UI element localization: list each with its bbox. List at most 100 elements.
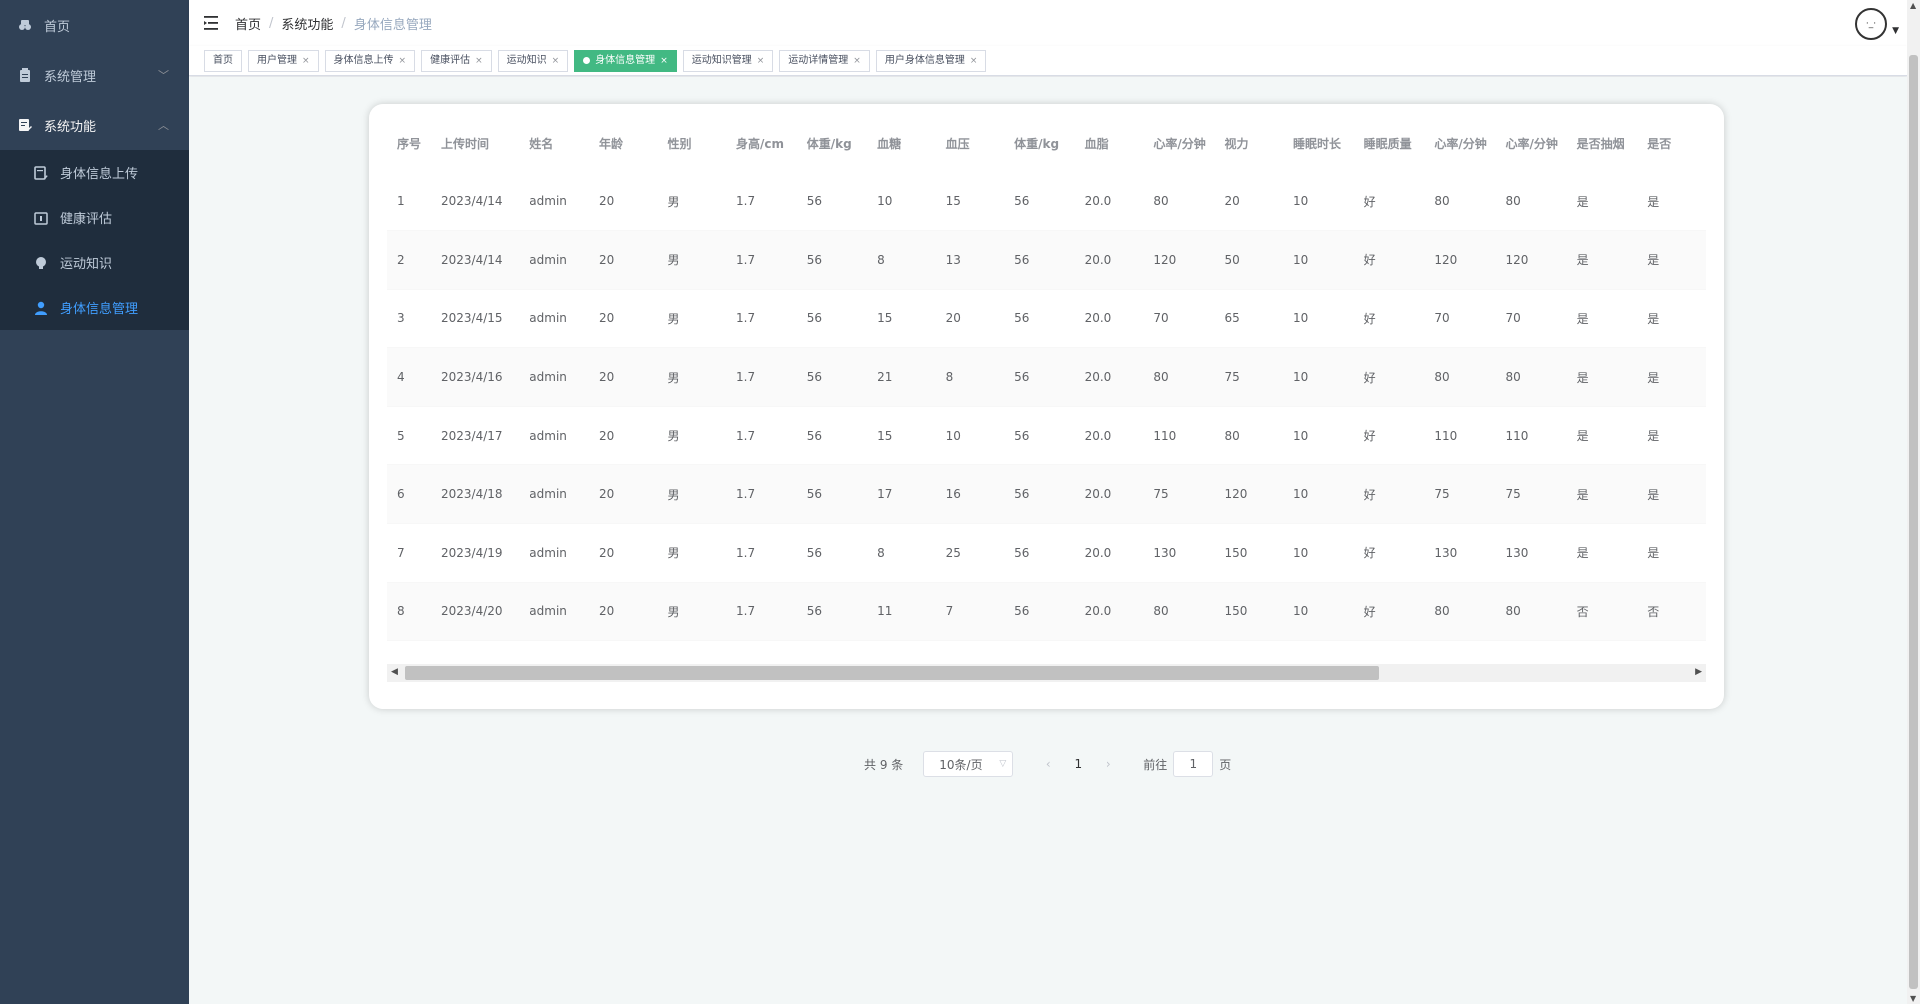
table-cell: 80 xyxy=(1143,582,1215,642)
table-row[interactable]: 6 2023/4/18 admin 20 男 1.7 56 17 16 56 20.0 75 120 10… xyxy=(387,464,1706,525)
close-icon[interactable]: × xyxy=(475,51,483,71)
table-row[interactable]: 2 2023/4/14 admin 20 男 1.7 56 8 13 56 20.0 120 50 10 好… xyxy=(387,230,1706,290)
tag-label: 身体信息上传 xyxy=(333,54,394,66)
table-cell: 1.7 xyxy=(726,172,797,232)
tag-1[interactable]: 用户管理 × xyxy=(248,49,319,72)
sidebar-item-exercise-knowledge[interactable]: 运动知识 xyxy=(0,240,189,285)
table-cell: 3 xyxy=(387,289,431,349)
prev-page-button[interactable]: ‹ xyxy=(1033,751,1063,777)
table-cell: 80 xyxy=(1424,347,1496,407)
next-page-button[interactable]: › xyxy=(1093,751,1123,777)
table-row[interactable]: 8 2023/4/20 admin 20 男 1.7 56 11 7 56 20.0 80 150 10 好… xyxy=(387,582,1706,642)
close-icon[interactable]: × xyxy=(970,51,978,71)
breadcrumb: 首页 / 系统功能 / 身体信息管理 xyxy=(235,14,432,33)
table-cell: admin xyxy=(519,406,590,466)
tag-3[interactable]: 健康评估 × xyxy=(421,49,492,72)
scroll-up-arrow-icon[interactable]: ▲ xyxy=(1910,1,1916,10)
calendar-icon xyxy=(34,211,48,225)
avatar-face: ·_· xyxy=(1865,19,1877,29)
sidebar-item-body-info-management[interactable]: 身体信息管理 xyxy=(0,285,189,330)
page-size-select[interactable]: 10条/页 ▽ xyxy=(923,751,1014,777)
table-cell: 70 xyxy=(1143,289,1215,349)
scroll-right-arrow-icon[interactable]: ▶ xyxy=(1695,667,1702,677)
sidebar-item-system-functions[interactable]: 系统功能 ︿ xyxy=(0,100,189,150)
close-icon[interactable]: × xyxy=(552,51,560,71)
table-cell: 15 xyxy=(867,406,936,466)
table-cell: 20.0 xyxy=(1074,523,1144,583)
column-header: 体重/kg xyxy=(1014,136,1060,151)
sidebar-item-label: 系统管理 xyxy=(44,69,97,85)
sidebar-item-health-assessment[interactable]: 健康评估 xyxy=(0,195,189,240)
vertical-scrollbar[interactable]: ▲ ▼ xyxy=(1907,0,1920,1004)
caret-down-icon[interactable]: ▼ xyxy=(1892,26,1899,36)
column-header: 血压 xyxy=(945,136,970,151)
breadcrumb-system-functions[interactable]: 系统功能 xyxy=(281,14,333,33)
table-cell: 56 xyxy=(796,523,868,583)
sidebar-item-home[interactable]: 首页 xyxy=(0,0,189,50)
close-icon[interactable]: × xyxy=(302,51,310,71)
table-cell: 1.7 xyxy=(726,347,797,407)
table-cell: 10 xyxy=(867,172,936,232)
table-cell: 是 xyxy=(1637,230,1706,290)
table-cell: 好 xyxy=(1353,172,1425,232)
table-cell: 15 xyxy=(867,289,936,349)
table-row[interactable]: 3 2023/4/15 admin 20 男 1.7 56 15 20 56 20.0 70 65 10 好… xyxy=(387,289,1706,349)
column-header: 心率/分钟 xyxy=(1505,136,1558,151)
close-icon[interactable]: × xyxy=(757,51,765,71)
sidebar-item-system-management[interactable]: 系统管理 ﹀ xyxy=(0,50,189,100)
table-cell: 20.0 xyxy=(1074,464,1144,525)
page-number-current[interactable]: 1 xyxy=(1063,751,1093,777)
table-cell: 7 xyxy=(387,523,431,583)
scroll-down-arrow-icon[interactable]: ▼ xyxy=(1910,994,1916,1003)
table-cell: 8 xyxy=(867,523,936,583)
table-cell: 75 xyxy=(1495,464,1567,525)
column-header: 血糖 xyxy=(877,136,902,151)
goto-page-input[interactable]: 1 xyxy=(1173,751,1214,777)
tag-8[interactable]: 用户身体信息管理 × xyxy=(875,49,987,72)
breadcrumb-home[interactable]: 首页 xyxy=(235,14,261,33)
column-header: 视力 xyxy=(1224,136,1249,151)
table-row[interactable]: 5 2023/4/17 admin 20 男 1.7 56 15 10 56 20.0 110 80 10… xyxy=(387,406,1706,466)
table-cell: 80 xyxy=(1214,406,1283,466)
table-cell: 否 xyxy=(1566,582,1638,642)
table-cell: 好 xyxy=(1353,464,1425,525)
scrollbar-thumb[interactable] xyxy=(405,666,1379,680)
tag-7[interactable]: 运动详情管理 × xyxy=(779,49,870,72)
tag-label: 运动知识管理 xyxy=(691,54,752,66)
table-cell: 10 xyxy=(1282,347,1354,407)
scroll-left-arrow-icon[interactable]: ◀ xyxy=(391,667,398,677)
vertical-scrollbar-thumb[interactable] xyxy=(1909,55,1918,989)
table-cell: 否 xyxy=(1637,582,1706,642)
page-jumper: 前往 1 页 xyxy=(1143,751,1231,777)
table-row[interactable]: 7 2023/4/19 admin 20 男 1.7 56 8 25 56 20.0 130 150 10… xyxy=(387,523,1706,583)
close-icon[interactable]: × xyxy=(399,51,407,71)
avatar[interactable]: ·_· xyxy=(1855,8,1887,40)
tag-6[interactable]: 运动知识管理 × xyxy=(682,49,774,72)
table-wrapper[interactable]: 序号 上传时间 姓名 年龄 性别 身高/cm 体重/kg 血糖 血压 体重/kg 血脂 心率/分钟 视力… xyxy=(387,114,1706,682)
table-cell: 好 xyxy=(1353,230,1425,290)
table-cell: 80 xyxy=(1495,347,1567,407)
horizontal-scrollbar[interactable]: ◀ ▶ xyxy=(387,664,1706,682)
table-cell: 好 xyxy=(1353,582,1425,642)
tag-5[interactable]: 身体信息管理 × xyxy=(574,49,677,72)
close-icon[interactable]: × xyxy=(660,51,668,71)
table-cell: 是 xyxy=(1637,464,1706,525)
hamburger-menu-icon[interactable] xyxy=(189,0,235,46)
table-cell: 是 xyxy=(1566,464,1638,525)
table-cell: 1.7 xyxy=(726,582,797,642)
tag-2[interactable]: 身体信息上传 × xyxy=(324,49,416,72)
table-cell: 70 xyxy=(1495,289,1567,349)
table-cell: admin xyxy=(519,523,590,583)
tag-4[interactable]: 运动知识 × xyxy=(497,49,569,72)
column-header: 心率/分钟 xyxy=(1434,136,1487,151)
close-icon[interactable]: × xyxy=(853,51,861,71)
tag-0[interactable]: 首页 xyxy=(204,49,242,72)
sidebar-item-body-info-upload[interactable]: 身体信息上传 xyxy=(0,150,189,195)
table-row[interactable]: 4 2023/4/16 admin 20 男 1.7 56 21 8 56 20.0 80 75 10 好 8… xyxy=(387,347,1706,407)
active-dot-icon xyxy=(583,57,591,64)
table-cell: 男 xyxy=(657,582,727,642)
table-cell: 是 xyxy=(1566,523,1638,583)
table-cell: 10 xyxy=(1282,464,1354,525)
table-row[interactable]: 1 2023/4/14 admin 20 男 1.7 56 10 15 56 20.0 80 20 10 好… xyxy=(387,172,1706,232)
table-cell: 10 xyxy=(935,406,1005,466)
